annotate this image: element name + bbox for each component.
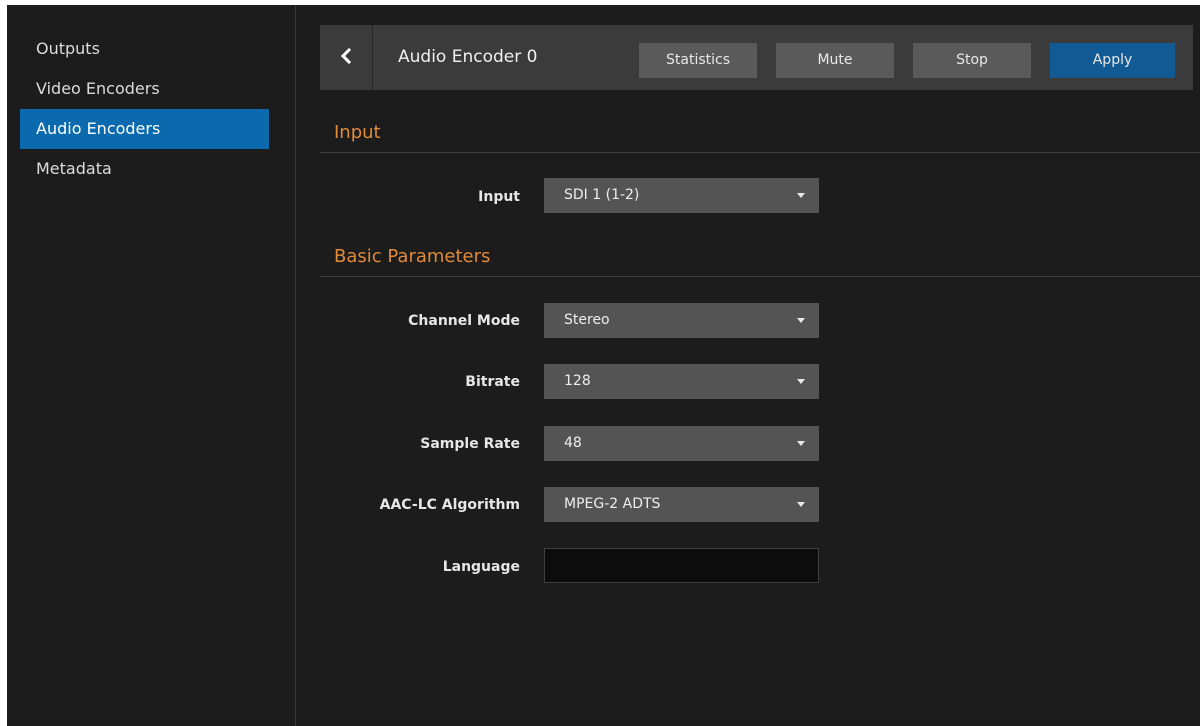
app-window: Outputs Video Encoders Audio Encoders Me… (7, 5, 1200, 726)
statistics-button[interactable]: Statistics (639, 43, 757, 78)
input-select[interactable]: SDI 1 (1-2) (544, 178, 819, 213)
sidebar-item-video-encoders[interactable]: Video Encoders (20, 69, 269, 109)
section-divider (320, 276, 1200, 277)
bitrate-select[interactable]: 128 (544, 364, 819, 399)
sidebar-item-audio-encoders[interactable]: Audio Encoders (20, 109, 269, 149)
select-value: Stereo (564, 312, 610, 328)
sample-rate-label: Sample Rate (420, 436, 520, 452)
bitrate-label: Bitrate (465, 374, 520, 390)
caret-down-icon (797, 318, 805, 323)
chevron-left-icon (340, 47, 352, 68)
page-title: Audio Encoder 0 (398, 47, 538, 67)
mute-button[interactable]: Mute (776, 43, 894, 78)
channel-mode-label: Channel Mode (408, 313, 520, 329)
language-label: Language (442, 559, 520, 575)
sidebar-item-label: Audio Encoders (36, 119, 161, 138)
select-value: SDI 1 (1-2) (564, 187, 640, 203)
sidebar-item-label: Outputs (36, 39, 100, 58)
back-button[interactable] (320, 25, 373, 90)
caret-down-icon (797, 502, 805, 507)
sidebar-item-metadata[interactable]: Metadata (20, 149, 269, 189)
sidebar-item-outputs[interactable]: Outputs (20, 29, 269, 69)
section-title-basic-parameters: Basic Parameters (334, 246, 491, 267)
channel-mode-select[interactable]: Stereo (544, 303, 819, 338)
section-title-input: Input (334, 122, 381, 143)
aac-lc-algorithm-select[interactable]: MPEG-2 ADTS (544, 487, 819, 522)
sidebar: Outputs Video Encoders Audio Encoders Me… (7, 5, 296, 726)
input-label: Input (478, 189, 520, 205)
caret-down-icon (797, 379, 805, 384)
select-value: 128 (564, 373, 591, 389)
sidebar-item-label: Metadata (36, 159, 112, 178)
caret-down-icon (797, 193, 805, 198)
sidebar-item-label: Video Encoders (36, 79, 160, 98)
select-value: MPEG-2 ADTS (564, 496, 661, 512)
caret-down-icon (797, 441, 805, 446)
sample-rate-select[interactable]: 48 (544, 426, 819, 461)
select-value: 48 (564, 435, 582, 451)
aac-lc-algorithm-label: AAC-LC Algorithm (379, 497, 520, 513)
toolbar: Audio Encoder 0 Statistics Mute Stop App… (320, 25, 1193, 90)
section-divider (320, 152, 1200, 153)
language-input[interactable] (544, 548, 819, 583)
stop-button[interactable]: Stop (913, 43, 1031, 78)
apply-button[interactable]: Apply (1050, 43, 1175, 78)
